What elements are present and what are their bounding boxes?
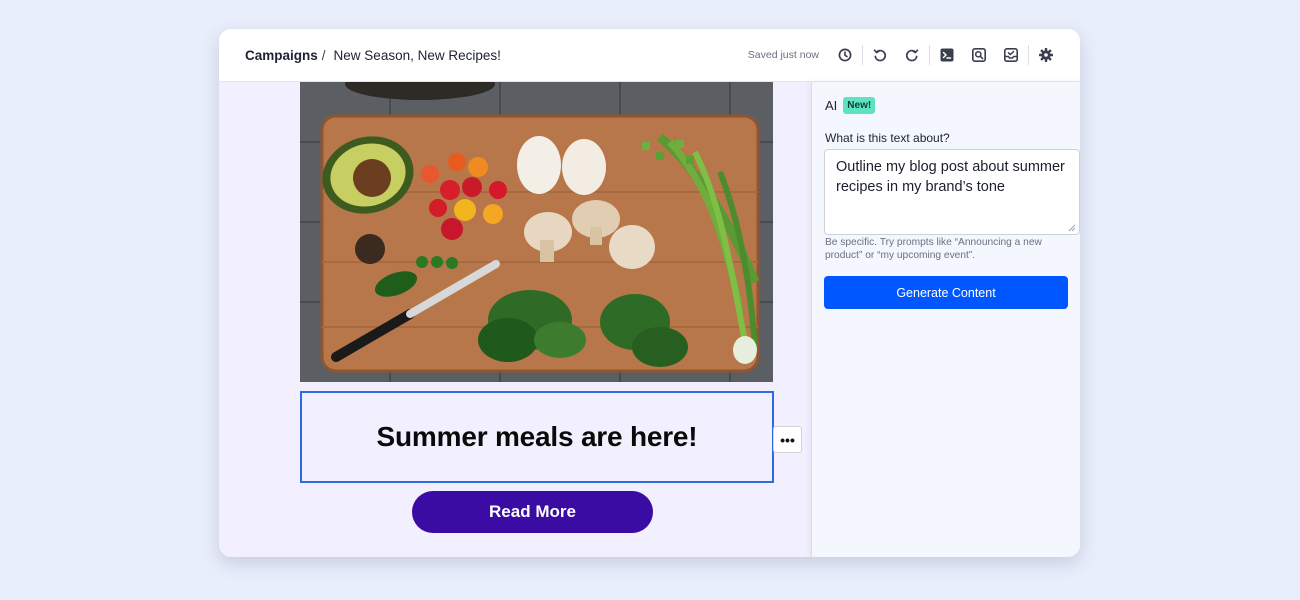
ai-title: AI <box>825 98 838 113</box>
prompt-textarea[interactable]: Outline my blog post about summer recipe… <box>824 149 1080 235</box>
redo-icon[interactable] <box>896 39 928 71</box>
generate-content-button[interactable]: Generate Content <box>824 276 1068 309</box>
undo-icon[interactable] <box>864 39 896 71</box>
read-more-button[interactable]: Read More <box>412 491 653 533</box>
prompt-label: What is this text about? <box>825 131 950 145</box>
campaign-title[interactable]: New Season, New Recipes! <box>334 48 501 63</box>
breadcrumb-separator: / <box>321 47 326 63</box>
headline-text[interactable]: Summer meals are here! <box>377 421 698 453</box>
breadcrumb: Campaigns / New Season, New Recipes! <box>245 48 501 63</box>
new-badge: New! <box>843 97 876 114</box>
breadcrumb-campaigns-link[interactable]: Campaigns <box>245 48 318 63</box>
more-options-button[interactable]: ••• <box>773 426 802 453</box>
toolbar-divider <box>929 45 930 65</box>
history-icon[interactable] <box>829 39 861 71</box>
settings-icon[interactable] <box>1030 39 1062 71</box>
prompt-hint: Be specific. Try prompts like “Announcin… <box>825 237 1042 261</box>
toolbar-divider <box>1028 45 1029 65</box>
prompt-text: Outline my blog post about summer recipe… <box>836 159 1065 195</box>
ai-header: AI New! <box>825 97 876 114</box>
resize-handle-icon[interactable] <box>1068 224 1076 232</box>
top-bar: Campaigns / New Season, New Recipes! Sav… <box>219 29 1080 82</box>
inbox-icon[interactable] <box>995 39 1027 71</box>
headline-block[interactable]: Summer meals are here! <box>300 391 774 483</box>
hero-image[interactable] <box>300 82 773 382</box>
toolbar-divider <box>862 45 863 65</box>
code-icon[interactable] <box>931 39 963 71</box>
preview-icon[interactable] <box>963 39 995 71</box>
editor-window: Campaigns / New Season, New Recipes! Sav… <box>219 29 1080 557</box>
email-canvas: Summer meals are here! ••• Read More <box>219 82 811 557</box>
ai-panel: AI New! What is this text about? Outline… <box>811 82 1080 557</box>
toolbar: Saved just now <box>748 39 1062 71</box>
save-status: Saved just now <box>747 49 819 61</box>
